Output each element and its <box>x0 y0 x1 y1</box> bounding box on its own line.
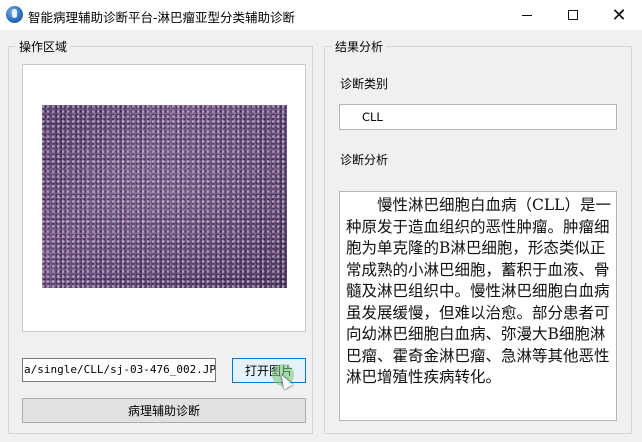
diagnosis-category-value[interactable]: CLL <box>339 104 617 130</box>
diagnosis-category-label: 诊断类别 <box>340 77 389 91</box>
title-bar: 智能病理辅助诊断平台-淋巴瘤亚型分类辅助诊断 ✕ <box>0 0 642 30</box>
result-analysis-title: 结果分析 <box>332 38 387 55</box>
diagnosis-analysis-label: 诊断分析 <box>340 153 389 167</box>
app-logo-icon <box>6 6 23 23</box>
open-image-button[interactable]: 打开图片 <box>232 358 306 383</box>
pathology-image <box>42 105 287 288</box>
minimize-icon <box>522 14 532 16</box>
maximize-button[interactable] <box>550 0 596 30</box>
diagnosis-analysis-text[interactable]: 慢性淋巴细胞白血病（CLL）是一种原发于造血组织的恶性肿瘤。肿瘤细胞为单克隆的B… <box>339 191 617 421</box>
image-preview-panel <box>22 64 306 332</box>
pathology-diagnose-button[interactable]: 病理辅助诊断 <box>22 398 306 423</box>
maximize-icon <box>568 10 578 20</box>
close-icon: ✕ <box>611 4 627 26</box>
window-title: 智能病理辅助诊断平台-淋巴瘤亚型分类辅助诊断 <box>28 10 296 25</box>
image-path-field[interactable]: a/single/CLL/sj-03-476_002.JPG <box>22 358 216 382</box>
operation-area-title: 操作区域 <box>16 38 71 55</box>
minimize-button[interactable] <box>504 0 550 30</box>
close-button[interactable]: ✕ <box>596 0 642 30</box>
